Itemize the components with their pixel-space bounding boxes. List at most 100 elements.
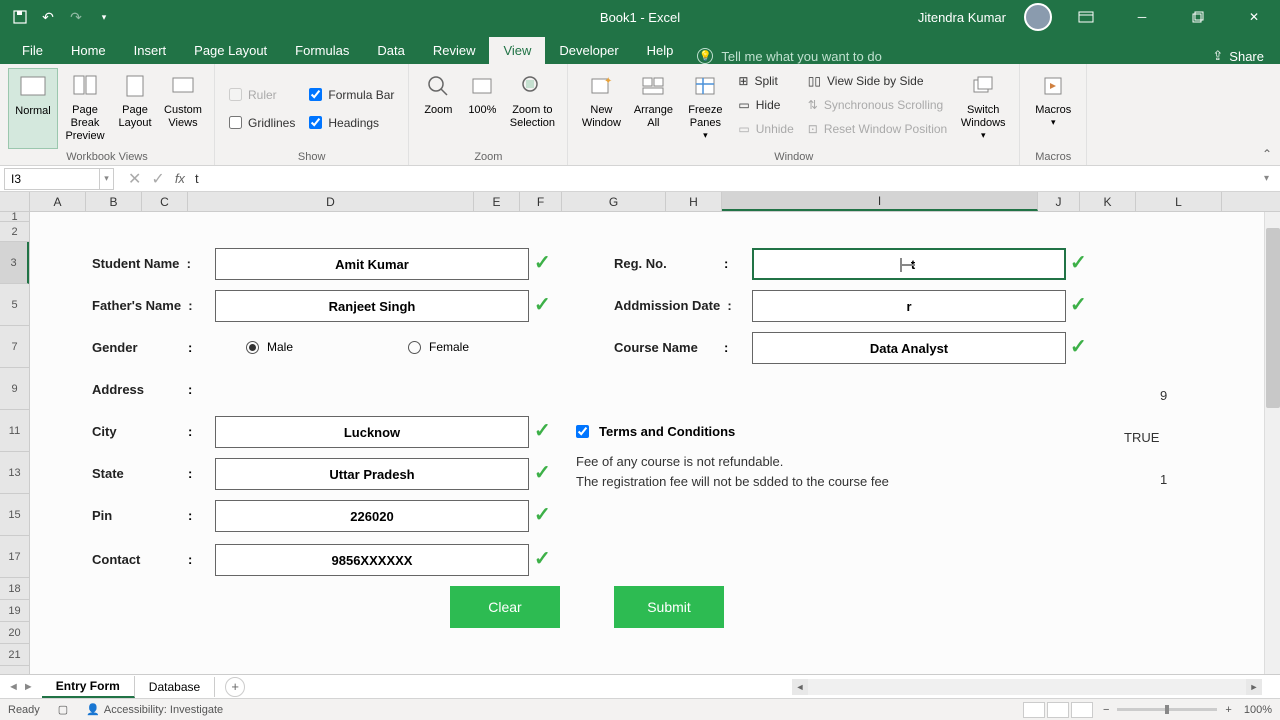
tab-insert[interactable]: Insert: [120, 37, 181, 64]
sheet-nav-prev-icon[interactable]: ◄: [8, 681, 19, 693]
row-header[interactable]: 17: [0, 536, 29, 578]
row-header[interactable]: 5: [0, 284, 29, 326]
col-header-l[interactable]: L: [1136, 192, 1222, 211]
tab-help[interactable]: Help: [633, 37, 688, 64]
tab-view[interactable]: View: [489, 37, 545, 64]
undo-icon[interactable]: ↶: [38, 7, 58, 27]
tab-data[interactable]: Data: [363, 37, 418, 64]
page-layout-button[interactable]: Page Layout: [112, 68, 158, 149]
sheet-tab-entry-form[interactable]: Entry Form: [42, 676, 135, 698]
zoom-100-button[interactable]: 100%: [461, 68, 503, 149]
new-window-button[interactable]: ✦ New Window: [576, 68, 626, 149]
save-icon[interactable]: [10, 7, 30, 27]
row-header[interactable]: 19: [0, 600, 29, 622]
fx-icon[interactable]: fx: [175, 171, 185, 186]
zoom-in-icon[interactable]: +: [1225, 704, 1231, 716]
row-header[interactable]: 20: [0, 622, 29, 644]
admission-date-input[interactable]: r: [752, 290, 1066, 322]
page-layout-view-btn[interactable]: [1047, 702, 1069, 718]
name-box-dropdown-icon[interactable]: ▾: [100, 168, 114, 190]
gender-male-radio[interactable]: Male: [246, 340, 293, 354]
col-header-e[interactable]: E: [474, 192, 520, 211]
col-header-i[interactable]: I: [722, 192, 1038, 211]
fathers-name-input[interactable]: Ranjeet Singh: [215, 290, 529, 322]
macros-button[interactable]: Macros▾: [1028, 68, 1078, 149]
row-header[interactable]: 13: [0, 452, 29, 494]
switch-windows-button[interactable]: Switch Windows▾: [955, 68, 1011, 149]
student-name-input[interactable]: Amit Kumar: [215, 248, 529, 280]
col-header-j[interactable]: J: [1038, 192, 1080, 211]
clear-button[interactable]: Clear: [450, 586, 560, 628]
contact-input[interactable]: 9856XXXXXX: [215, 544, 529, 576]
zoom-level[interactable]: 100%: [1244, 704, 1272, 716]
tab-review[interactable]: Review: [419, 37, 490, 64]
col-header-a[interactable]: A: [30, 192, 86, 211]
row-header[interactable]: 9: [0, 368, 29, 410]
col-header-b[interactable]: B: [86, 192, 142, 211]
zoom-selection-button[interactable]: Zoom to Selection: [505, 68, 559, 149]
tab-home[interactable]: Home: [57, 37, 120, 64]
user-name[interactable]: Jitendra Kumar: [918, 10, 1006, 25]
col-header-h[interactable]: H: [666, 192, 722, 211]
enter-formula-icon[interactable]: ✓: [151, 169, 164, 189]
split-button[interactable]: ⊞Split: [738, 72, 793, 90]
row-header[interactable]: 11: [0, 410, 29, 452]
close-icon[interactable]: ✕: [1232, 0, 1276, 34]
normal-view-button[interactable]: Normal: [8, 68, 58, 149]
headings-checkbox[interactable]: Headings: [309, 116, 394, 130]
hscroll-left-icon[interactable]: ◄: [792, 679, 808, 695]
gridlines-checkbox[interactable]: Gridlines: [229, 116, 295, 130]
row-header[interactable]: 18: [0, 578, 29, 600]
hscroll-right-icon[interactable]: ►: [1246, 679, 1262, 695]
course-name-input[interactable]: Data Analyst: [752, 332, 1066, 364]
qat-dropdown-icon[interactable]: ▾: [94, 7, 114, 27]
col-header-c[interactable]: C: [142, 192, 188, 211]
col-header-d[interactable]: D: [188, 192, 474, 211]
row-header[interactable]: 15: [0, 494, 29, 536]
add-sheet-button[interactable]: +: [225, 677, 245, 697]
accessibility-status[interactable]: Accessibility: Investigate: [104, 704, 223, 716]
formula-expand-icon[interactable]: ▾: [1264, 173, 1280, 184]
sheet-tab-database[interactable]: Database: [135, 677, 215, 697]
row-header[interactable]: 2: [0, 222, 29, 242]
zoom-button[interactable]: Zoom: [417, 68, 459, 149]
row-header[interactable]: 21: [0, 644, 29, 666]
tab-developer[interactable]: Developer: [545, 37, 632, 64]
redo-icon[interactable]: ↷: [66, 7, 86, 27]
col-header-k[interactable]: K: [1080, 192, 1136, 211]
zoom-slider[interactable]: [1117, 708, 1217, 711]
formula-input[interactable]: t: [185, 171, 1264, 186]
tab-formulas[interactable]: Formulas: [281, 37, 363, 64]
formula-bar-checkbox[interactable]: Formula Bar: [309, 88, 394, 102]
name-box[interactable]: I3: [4, 168, 100, 190]
sheet-nav-next-icon[interactable]: ►: [23, 681, 34, 693]
page-break-button[interactable]: Page Break Preview: [60, 68, 110, 149]
terms-checkbox[interactable]: Terms and Conditions: [576, 424, 735, 439]
minimize-icon[interactable]: ─: [1120, 0, 1164, 34]
cancel-formula-icon[interactable]: ✕: [128, 169, 141, 189]
select-all-corner[interactable]: [0, 192, 30, 211]
hide-button[interactable]: ▭Hide: [738, 96, 793, 114]
col-header-g[interactable]: G: [562, 192, 666, 211]
freeze-panes-button[interactable]: Freeze Panes▾: [680, 68, 730, 149]
accessibility-icon[interactable]: 👤: [86, 703, 100, 716]
horizontal-scrollbar[interactable]: ◄ ►: [792, 679, 1262, 695]
tab-page-layout[interactable]: Page Layout: [180, 37, 281, 64]
row-header[interactable]: 1: [0, 212, 29, 222]
scrollbar-thumb[interactable]: [1266, 228, 1280, 408]
tell-me-search[interactable]: 💡 Tell me what you want to do: [697, 48, 881, 64]
page-break-view-btn[interactable]: [1071, 702, 1093, 718]
pin-input[interactable]: 226020: [215, 500, 529, 532]
normal-view-btn[interactable]: [1023, 702, 1045, 718]
row-header[interactable]: 3: [0, 242, 29, 284]
avatar[interactable]: [1024, 3, 1052, 31]
ribbon-mode-icon[interactable]: [1064, 0, 1108, 34]
side-by-side-button[interactable]: ▯▯View Side by Side: [808, 72, 947, 90]
vertical-scrollbar[interactable]: [1264, 212, 1280, 674]
zoom-out-icon[interactable]: −: [1103, 704, 1109, 716]
custom-views-button[interactable]: Custom Views: [160, 68, 206, 149]
reg-no-input[interactable]: t: [752, 248, 1066, 280]
maximize-icon[interactable]: [1176, 0, 1220, 34]
macro-record-icon[interactable]: ▢: [58, 703, 68, 716]
tab-file[interactable]: File: [8, 37, 57, 64]
